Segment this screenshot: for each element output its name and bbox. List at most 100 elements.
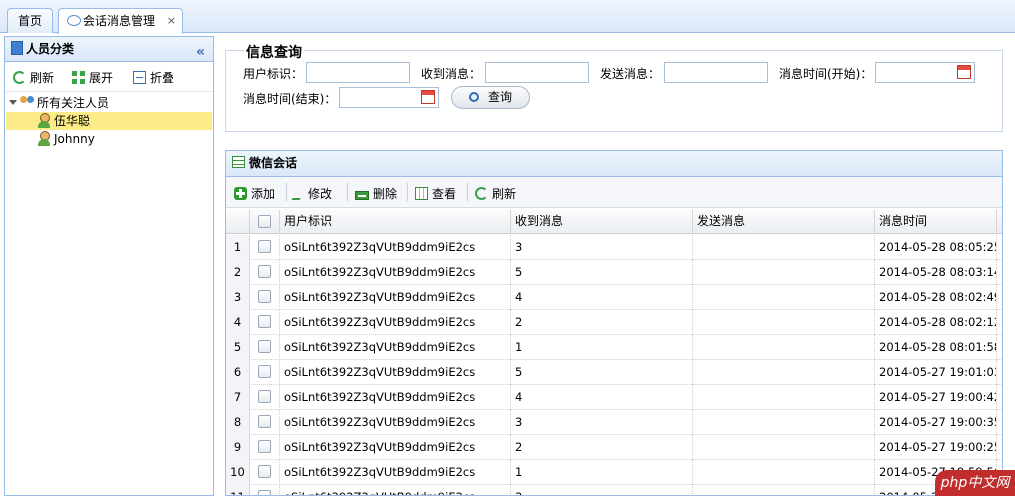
cell-received: 3 [511,235,693,260]
cell-sent [693,260,875,285]
tab-session-messages[interactable]: 会话消息管理 × [58,8,183,34]
tree-root-node[interactable]: 所有关注人员 [9,94,209,112]
row-checkbox-cell[interactable] [250,460,280,485]
table-row[interactable]: 9 oSiLnt6t392Z3qVUtB9ddm9iE2cs 2 2014-05-27… [226,435,1002,460]
row-checkbox-cell[interactable] [250,360,280,385]
calendar-icon[interactable] [421,90,435,104]
received-input[interactable] [485,62,589,83]
row-checkbox[interactable] [258,490,271,495]
select-all-checkbox-cell[interactable] [250,210,280,234]
add-icon [234,187,247,200]
tab-home[interactable]: 首页 [7,8,53,33]
row-checkbox[interactable] [258,415,271,428]
column-user-id[interactable]: 用户标识 [280,210,511,234]
row-checkbox-cell[interactable] [250,435,280,460]
column-received[interactable]: 收到消息 [511,210,693,234]
select-all-checkbox[interactable] [258,215,271,228]
row-checkbox-cell[interactable] [250,410,280,435]
column-sent[interactable]: 发送消息 [693,210,875,234]
row-number: 2 [226,260,250,285]
row-number: 10 [226,460,250,485]
people-tree: 所有关注人员 伍华聪 Johnny [5,92,213,152]
time-end-label: 消息时间(结束)： [243,92,337,106]
delete-button[interactable]: 删除 [355,185,397,202]
calendar-icon[interactable] [957,65,971,79]
expand-arrow-icon[interactable] [9,100,17,105]
cell-received: 2 [511,310,693,335]
row-checkbox[interactable] [258,465,271,478]
cell-user-id: oSiLnt6t392Z3qVUtB9ddm9iE2cs [280,410,511,435]
table-row[interactable]: 5 oSiLnt6t392Z3qVUtB9ddm9iE2cs 1 2014-05-28… [226,335,1002,360]
cell-time: 2014-05-27 19:00:35 [875,410,997,435]
row-checkbox[interactable] [258,315,271,328]
close-icon[interactable]: × [167,9,176,33]
table-row[interactable]: 8 oSiLnt6t392Z3qVUtB9ddm9iE2cs 3 2014-05-27… [226,410,1002,435]
cell-time: 2014-05-28 08:02:49 [875,285,997,310]
tree-refresh-button[interactable]: 刷新 [13,69,54,86]
row-checkbox[interactable] [258,290,271,303]
sent-input[interactable] [664,62,768,83]
row-checkbox-cell[interactable] [250,335,280,360]
book-icon [11,41,23,55]
add-button[interactable]: 添加 [234,185,275,202]
user-id-label: 用户标识： [243,67,304,81]
table-row[interactable]: 11oSiLnt6t392Z3qVUtB9ddm9iE2cs32014-05-2… [226,485,1002,495]
cell-user-id: oSiLnt6t392Z3qVUtB9ddm9iE2cs [280,485,511,495]
time-start-input[interactable] [875,62,975,83]
cell-sent [693,435,875,460]
tree-expand-button[interactable]: 展开 [72,69,113,86]
row-checkbox[interactable] [258,440,271,453]
people-category-panel: 人员分类 « 刷新 展开 折叠 所有关注人员 伍华聪 Johnny [4,36,214,496]
row-checkbox[interactable] [258,365,271,378]
column-time[interactable]: 消息时间 [875,210,997,234]
row-checkbox-cell[interactable] [250,285,280,310]
row-checkbox[interactable] [258,340,271,353]
table-row[interactable]: 1 oSiLnt6t392Z3qVUtB9ddm9iE2cs 3 2014-05-28… [226,235,1002,260]
row-checkbox[interactable] [258,240,271,253]
cell-received: 5 [511,360,693,385]
cell-user-id: oSiLnt6t392Z3qVUtB9ddm9iE2cs [280,235,511,260]
edit-button[interactable]: 修改 [291,185,332,202]
table-row[interactable]: 10 oSiLnt6t392Z3qVUtB9ddm9iE2cs 1 2014-05-2… [226,460,1002,485]
row-checkbox-cell[interactable] [250,260,280,285]
table-row[interactable]: 3 oSiLnt6t392Z3qVUtB9ddm9iE2cs 4 2014-05-28… [226,285,1002,310]
row-checkbox-cell[interactable] [250,310,280,335]
tree-toolbar: 刷新 展开 折叠 [5,62,213,92]
row-number: 11 [226,485,250,495]
row-number: 4 [226,310,250,335]
wechat-session-grid: 微信会话 添加 修改 删除 查看 刷新 用户标识 收到消息 发送消息 消息时间 … [225,150,1003,496]
cell-time: 2014-05-27 19:00:42 [875,385,997,410]
row-number: 3 [226,285,250,310]
view-button[interactable]: 查看 [415,185,456,202]
query-legend: 信息查询 [244,42,304,62]
cell-time: 2014-05-28 08:05:25 [875,235,997,260]
row-checkbox-cell[interactable] [250,235,280,260]
cell-received: 2 [511,435,693,460]
refresh-icon [13,71,26,84]
table-row[interactable]: 4 oSiLnt6t392Z3qVUtB9ddm9iE2cs 2 2014-05-28… [226,310,1002,335]
cell-user-id: oSiLnt6t392Z3qVUtB9ddm9iE2cs [280,385,511,410]
grid-refresh-button[interactable]: 刷新 [475,185,516,202]
cell-sent [693,385,875,410]
row-checkbox[interactable] [258,265,271,278]
toolbar-separator [347,183,348,201]
row-checkbox-cell[interactable] [250,385,280,410]
cell-sent [693,335,875,360]
view-table-icon [415,187,428,200]
tree-collapse-button[interactable]: 折叠 [133,69,174,86]
table-row[interactable]: 7 oSiLnt6t392Z3qVUtB9ddm9iE2cs 4 2014-05-27… [226,385,1002,410]
table-row[interactable]: 6 oSiLnt6t392Z3qVUtB9ddm9iE2cs 5 2014-05-27… [226,360,1002,385]
edit-pencil-icon [291,187,309,200]
search-button[interactable]: 查询 [451,86,530,109]
row-checkbox[interactable] [258,390,271,403]
time-end-input[interactable] [339,87,439,108]
user-id-input[interactable] [306,62,410,83]
table-row[interactable]: 2 oSiLnt6t392Z3qVUtB9ddm9iE2cs 5 2014-05-28… [226,260,1002,285]
search-icon [469,92,479,102]
collapse-panel-icon[interactable]: « [196,40,205,64]
row-checkbox-cell[interactable] [250,485,280,495]
cell-user-id: oSiLnt6t392Z3qVUtB9ddm9iE2cs [280,285,511,310]
tree-node-user[interactable]: 伍华聪 [6,112,212,130]
toolbar-separator [286,183,287,201]
tree-node-user[interactable]: Johnny [37,130,197,148]
